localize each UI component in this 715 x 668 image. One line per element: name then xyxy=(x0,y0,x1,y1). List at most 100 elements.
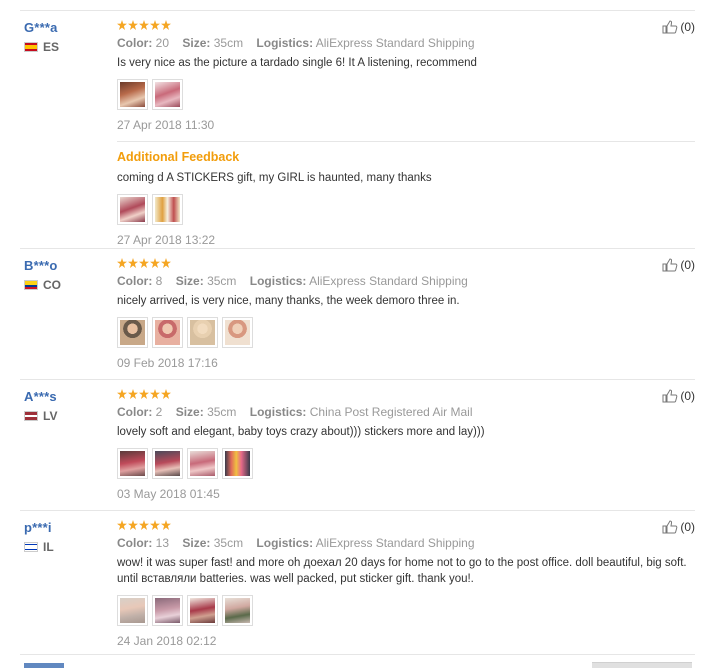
review-photo[interactable] xyxy=(187,317,218,348)
like-count: (0) xyxy=(680,20,695,34)
review-divider xyxy=(20,654,695,655)
additional-photos xyxy=(117,194,695,225)
horizontal-scrollbar[interactable] xyxy=(592,662,692,668)
country-code: IL xyxy=(43,540,54,554)
star-icon xyxy=(139,389,149,399)
color-label: Color: xyxy=(117,536,153,550)
star-icon xyxy=(150,258,160,268)
size-label: Size: xyxy=(182,536,211,550)
reviewer-country: ES xyxy=(24,40,114,54)
color-value: 13 xyxy=(155,536,170,550)
additional-feedback-title: Additional Feedback xyxy=(117,150,240,164)
thumbs-up-icon xyxy=(662,258,678,272)
logistics-label: Logistics: xyxy=(249,405,307,419)
review-text: Is very nice as the picture a tardado si… xyxy=(117,57,477,69)
country-code: CO xyxy=(43,278,61,292)
review-photo[interactable] xyxy=(117,79,148,110)
country-code: ES xyxy=(43,40,60,54)
star-icon xyxy=(117,20,127,30)
star-icon xyxy=(150,20,160,30)
reviewer: B***o CO xyxy=(24,258,114,292)
thumbs-up-icon xyxy=(662,20,678,34)
review-text: nicely arrived, is very nice, many thank… xyxy=(117,295,460,307)
logistics-label: Logistics: xyxy=(249,274,307,288)
star-icon xyxy=(117,258,127,268)
review-photo[interactable] xyxy=(187,448,218,479)
review-photos xyxy=(117,79,695,110)
reviewer-country: CO xyxy=(24,278,114,292)
logistics-value: AliExpress Standard Shipping xyxy=(315,536,475,550)
review-body: Color: 2 Size: 35cm Logistics: China Pos… xyxy=(117,389,695,501)
reviewer-name: G***a xyxy=(24,20,58,35)
size-label: Size: xyxy=(175,274,204,288)
star-icon xyxy=(139,520,149,530)
star-icon xyxy=(128,20,138,30)
size-label: Size: xyxy=(182,36,211,50)
star-icon xyxy=(139,258,149,268)
like-button[interactable]: (0) xyxy=(662,258,695,272)
order-attributes: Color: 20 Size: 35cm Logistics: AliExpre… xyxy=(117,36,695,50)
logistics-value: AliExpress Standard Shipping xyxy=(309,274,468,288)
review-date: 03 May 2018 01:45 xyxy=(117,487,220,501)
flag-icon xyxy=(24,411,38,421)
review-body: Color: 20 Size: 35cm Logistics: AliExpre… xyxy=(117,20,695,247)
size-value: 35cm xyxy=(207,405,237,419)
logistics-value: China Post Registered Air Mail xyxy=(309,405,473,419)
review-photo[interactable] xyxy=(222,595,253,626)
next-reviewer-name-partial xyxy=(24,663,64,668)
review-photo[interactable] xyxy=(152,194,183,225)
color-value: 2 xyxy=(155,405,163,419)
order-attributes: Color: 8 Size: 35cm Logistics: AliExpres… xyxy=(117,274,695,288)
additional-divider xyxy=(117,141,695,142)
reviewer-name: A***s xyxy=(24,389,57,404)
review-date: 09 Feb 2018 17:16 xyxy=(117,356,218,370)
star-icon xyxy=(161,389,171,399)
star-icon xyxy=(128,258,138,268)
review-item: p***i IL Color: 13 Size: 35cm Logistics:… xyxy=(20,520,695,655)
review-photos xyxy=(117,595,695,626)
star-rating xyxy=(117,258,695,270)
star-icon xyxy=(150,520,160,530)
color-label: Color: xyxy=(117,36,153,50)
additional-feedback-text: coming d A STICKERS gift, my GIRL is hau… xyxy=(117,172,432,184)
flag-icon xyxy=(24,542,38,552)
star-icon xyxy=(117,389,127,399)
review-divider xyxy=(20,510,695,511)
flag-icon xyxy=(24,42,38,52)
review-photo[interactable] xyxy=(222,448,253,479)
size-value: 35cm xyxy=(207,274,237,288)
review-item: A***s LV Color: 2 Size: 35cm Logistics: … xyxy=(20,389,695,511)
review-photo[interactable] xyxy=(117,317,148,348)
color-label: Color: xyxy=(117,405,153,419)
top-divider xyxy=(20,10,695,11)
color-label: Color: xyxy=(117,274,153,288)
logistics-label: Logistics: xyxy=(256,36,314,50)
star-icon xyxy=(128,520,138,530)
reviewer-name: B***o xyxy=(24,258,58,273)
like-button[interactable]: (0) xyxy=(662,520,695,534)
review-photo[interactable] xyxy=(152,317,183,348)
color-value: 20 xyxy=(155,36,170,50)
reviewer-country: LV xyxy=(24,409,114,423)
star-icon xyxy=(128,389,138,399)
review-photo[interactable] xyxy=(152,595,183,626)
logistics-value: AliExpress Standard Shipping xyxy=(315,36,475,50)
review-photo[interactable] xyxy=(117,595,148,626)
like-button[interactable]: (0) xyxy=(662,389,695,403)
review-photo[interactable] xyxy=(117,194,148,225)
review-photo[interactable] xyxy=(117,448,148,479)
review-text: wow! it was super fast! and more oh доех… xyxy=(117,557,687,585)
review-photos xyxy=(117,448,695,479)
reviewer: G***a ES xyxy=(24,20,114,54)
star-rating xyxy=(117,20,695,32)
review-photo[interactable] xyxy=(152,448,183,479)
review-photo[interactable] xyxy=(222,317,253,348)
size-label: Size: xyxy=(175,405,204,419)
review-divider xyxy=(20,248,695,249)
star-icon xyxy=(161,520,171,530)
review-item: G***a ES Color: 20 Size: 35cm Logistics:… xyxy=(20,20,695,249)
like-button[interactable]: (0) xyxy=(662,20,695,34)
thumbs-up-icon xyxy=(662,520,678,534)
review-photo[interactable] xyxy=(152,79,183,110)
review-photo[interactable] xyxy=(187,595,218,626)
